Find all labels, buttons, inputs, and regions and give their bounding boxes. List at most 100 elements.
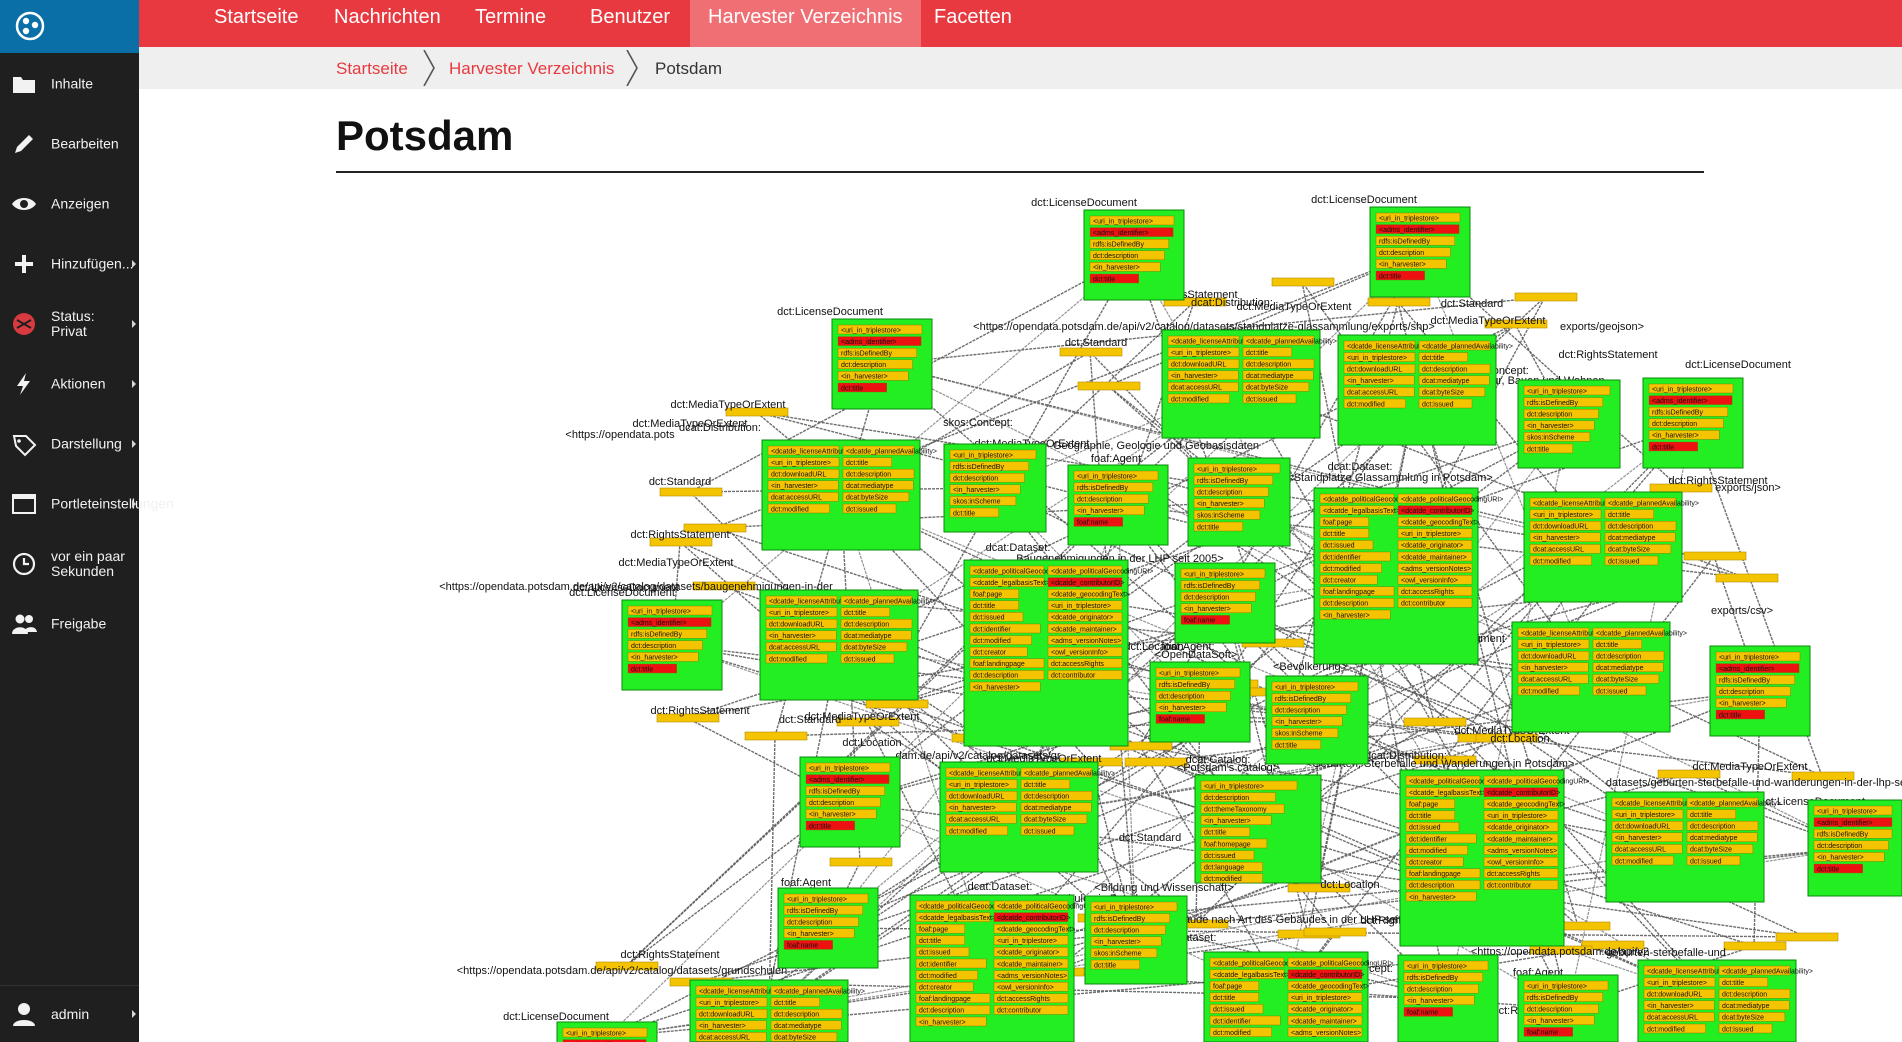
graph-node-agent[interactable]: <uri_in_triplestore> rdfs:isDefinedBy dct:… <box>1067 464 1169 546</box>
sidebar-item-vor-ein-paar-sekunden[interactable]: vor ein paar Sekunden <box>0 534 139 594</box>
graph-node-distribution[interactable]: <dcatde_licenseAttributionByText><dcatde… <box>1523 491 1699 603</box>
graph-node-distribution[interactable]: <dcatde_licenseAttributionByText><dcatde… <box>1605 791 1781 903</box>
graph-node-concept[interactable]: <uri_in_triplestore> rdfs:isDefinedBy dct:… <box>1187 457 1291 547</box>
sidebar-item-darstellung[interactable]: Darstellung <box>0 414 139 474</box>
tag-icon <box>12 435 37 457</box>
sidebar-item-hinzuf-gen[interactable]: Hinzufügen... <box>0 234 139 294</box>
graph-attribute-label: <dcatde_originator> <box>997 950 1059 957</box>
graph-attribute-label: dct:description <box>1093 253 1138 260</box>
nav-item-termine[interactable]: Termine <box>457 0 564 47</box>
sidebar-item-inhalte[interactable]: Inhalte <box>0 54 139 114</box>
nav-item-facetten[interactable]: Facetten <box>916 0 1030 47</box>
graph-attribute-label: dct:description <box>1094 928 1139 935</box>
graph-attribute-label: <dcatde_geocodingText> <box>1487 802 1565 809</box>
graph-node-agent[interactable]: <uri_in_triplestore> rdfs:isDefinedBy dct:… <box>1174 562 1276 644</box>
graph-node-catalog[interactable]: <uri_in_triplestore> dct:description dct:t… <box>1194 774 1322 884</box>
graph-attribute-label: dct:title <box>1608 512 1630 519</box>
sidebar-item-aktionen[interactable]: Aktionen <box>0 354 139 414</box>
graph-attribute-label: rdfs:isDefinedBy <box>809 789 860 796</box>
graph-node-dataset[interactable]: <dcatde_politicalGeocodingLevelURI><dcat… <box>963 559 1153 747</box>
graph-node-concept[interactable]: <uri_in_triplestore> rdfs:isDefinedBy dct:… <box>1517 379 1621 469</box>
graph-attribute-label: rdfs:isDefinedBy <box>1379 239 1430 246</box>
graph-attribute-label: rdfs:isDefinedBy <box>1275 696 1326 703</box>
breadcrumb-link-startseite[interactable]: Startseite <box>336 59 408 79</box>
nav-item-harvester-verzeichnis[interactable]: Harvester Verzeichnis <box>690 0 921 47</box>
graph-node-concept[interactable]: <uri_in_triplestore> rdfs:isDefinedBy dct:… <box>1265 675 1369 765</box>
graph-attribute-label: <uri_in_triplestore> <box>1077 473 1137 480</box>
graph-attribute-label: <dcatde_maintainer> <box>1051 626 1117 633</box>
graph-attribute-label: dcat:byteSize <box>774 1035 816 1042</box>
graph-attribute-label: <in_harvester> <box>1409 894 1456 901</box>
graph-attribute-label: <dcatde_legalbasisText> <box>1409 790 1486 797</box>
rdf-graph-visualization[interactable]: dct:LicenseDocument dct:LicenseDocument dc… <box>139 180 1902 1042</box>
graph-node-distribution[interactable]: <dcatde_licenseAttributionByText><dcatde… <box>939 761 1115 873</box>
graph-attribute-label: dct:downloadURL <box>699 1012 754 1019</box>
graph-node-license[interactable]: <uri_in_triplestore><adms_identifier> <box>556 1021 658 1042</box>
graph-node-distribution[interactable]: <dcatde_licenseAttributionByText><dcatde… <box>759 589 935 701</box>
graph-node-distribution[interactable]: <dcatde_licenseAttributionByText><dcatde… <box>1337 334 1513 446</box>
graph-node-license[interactable]: <uri_in_triplestore> <adms_identifier>rdf… <box>1709 645 1811 737</box>
graph-node-license[interactable]: <uri_in_triplestore> <adms_identifier>rdf… <box>1083 209 1185 301</box>
sidebar-item-bearbeiten[interactable]: Bearbeiten <box>0 114 139 174</box>
graph-node-agent[interactable]: <uri_in_triplestore> rdfs:isDefinedBy dct:… <box>1149 661 1251 743</box>
graph-attribute-label: <dcatde_maintainer> <box>1487 836 1553 843</box>
graph-attribute-label: dcat:byteSize <box>1024 817 1066 824</box>
graph-attribute-label: <uri_in_triplestore> <box>1197 466 1257 473</box>
graph-node-dataset[interactable]: <dcatde_politicalGeocodingLevelURI><dcat… <box>909 894 1099 1042</box>
graph-node-distribution[interactable]: <dcatde_licenseAttributionByText><dcatde… <box>761 439 937 551</box>
graph-node-license[interactable]: <uri_in_triplestore> <adms_identifier>rdf… <box>799 756 901 848</box>
sidebar-item-freigabe[interactable]: Freigabe <box>0 594 139 654</box>
graph-node-agent[interactable]: <uri_in_triplestore> rdfs:isDefinedBy dct:… <box>777 887 879 969</box>
graph-attribute-label: dct:description <box>1204 795 1249 802</box>
graph-node-license[interactable]: <uri_in_triplestore> <adms_identifier>rdf… <box>621 599 723 691</box>
nav-item-nachrichten[interactable]: Nachrichten <box>316 0 459 47</box>
graph-node-label: dct:MediaTypeOrExtent <box>619 557 734 569</box>
graph-attribute-label: dct:accessRights <box>1401 589 1454 596</box>
edge-label-bar <box>1775 932 1839 942</box>
graph-attribute-label: dct:description <box>1608 524 1653 531</box>
nav-item-startseite[interactable]: Startseite <box>196 0 316 47</box>
sidebar-item-label: Anzeigen <box>51 195 110 212</box>
graph-node-dataset[interactable]: <dcatde_politicalGeocodingLevelURI><dcat… <box>1203 951 1393 1042</box>
graph-attribute-label: <adms_versionNotes> <box>1401 566 1471 573</box>
graph-attribute-label: <dcatde_politicalGeocodingURI> <box>1051 568 1153 575</box>
sidebar-item-portleteinstellungen[interactable]: Portleteinstellungen <box>0 474 174 534</box>
graph-node-concept[interactable]: <uri_in_triplestore> rdfs:isDefinedBy dct:… <box>943 443 1047 533</box>
graph-attribute-label: dct:downloadURL <box>769 622 824 629</box>
graph-attribute-label: foaf:landingpage <box>1323 589 1375 596</box>
sidebar-item-user[interactable]: admin <box>0 985 139 1042</box>
graph-attribute-label: <dcatde_politicalGeocodingURI> <box>997 903 1099 910</box>
graph-canvas[interactable]: dct:LicenseDocument dct:LicenseDocument dc… <box>139 180 1902 1042</box>
graph-attribute-label: <dcatde_plannedAvailability> <box>1024 770 1115 777</box>
graph-node-distribution[interactable]: <dcatde_licenseAttributionByText><dcatde… <box>1637 959 1813 1042</box>
sidebar-item-anzeigen[interactable]: Anzeigen <box>0 174 139 234</box>
breadcrumb-link-harvester[interactable]: Harvester Verzeichnis <box>449 59 614 79</box>
graph-node-distribution[interactable]: <dcatde_licenseAttributionByText><dcatde… <box>1161 329 1337 439</box>
graph-node-distribution[interactable]: <dcatde_licenseAttributionByText><dcatde… <box>689 979 865 1042</box>
graph-node-license[interactable]: <uri_in_triplestore> <adms_identifier>rdf… <box>1642 377 1744 469</box>
plone-logo[interactable] <box>0 0 139 53</box>
graph-attribute-label: <uri_in_triplestore> <box>841 327 901 334</box>
graph-node-dataset[interactable]: <dcatde_politicalGeocodingLevelURI><dcat… <box>1399 769 1589 947</box>
edge-label-bar <box>1303 927 1367 937</box>
graph-node-dataset[interactable]: <dcatde_politicalGeocodingLevelURI><dcat… <box>1313 487 1503 665</box>
graph-attribute-label: dct:title <box>1719 712 1741 719</box>
sidebar-item-status-privat[interactable]: Status: Privat <box>0 294 139 354</box>
graph-node-agent[interactable]: <uri_in_triplestore> rdfs:isDefinedBy dct:… <box>1517 974 1619 1042</box>
graph-node-license[interactable]: <uri_in_triplestore> <adms_identifier>rdf… <box>1807 799 1902 897</box>
graph-node-license[interactable]: <uri_in_triplestore> <adms_identifier>rdf… <box>831 318 933 410</box>
chevron-right-icon <box>132 440 136 448</box>
graph-attribute-label: <uri_in_triplestore> <box>1171 350 1231 357</box>
graph-node-distribution[interactable]: <dcatde_licenseAttributionByText><dcatde… <box>1511 621 1687 733</box>
pencil-icon <box>15 135 33 153</box>
graph-attribute-label: foaf:page <box>1409 802 1438 809</box>
edge-label-bar <box>1059 347 1123 357</box>
graph-node-concept[interactable]: <uri_in_triplestore> rdfs:isDefinedBy dct:… <box>1084 895 1188 985</box>
user-icon <box>13 1003 35 1026</box>
graph-node-license[interactable]: <uri_in_triplestore> <adms_identifier>rdf… <box>1369 206 1471 298</box>
graph-attribute-label: dcat:accessURL <box>1521 677 1572 684</box>
nav-item-benutzer[interactable]: Benutzer <box>572 0 688 47</box>
graph-node-agent[interactable]: <uri_in_triplestore> rdfs:isDefinedBy dct:… <box>1397 954 1499 1042</box>
graph-attribute-label: rdfs:isDefinedBy <box>1719 678 1770 685</box>
graph-attribute-label: rdfs:isDefinedBy <box>787 908 838 915</box>
